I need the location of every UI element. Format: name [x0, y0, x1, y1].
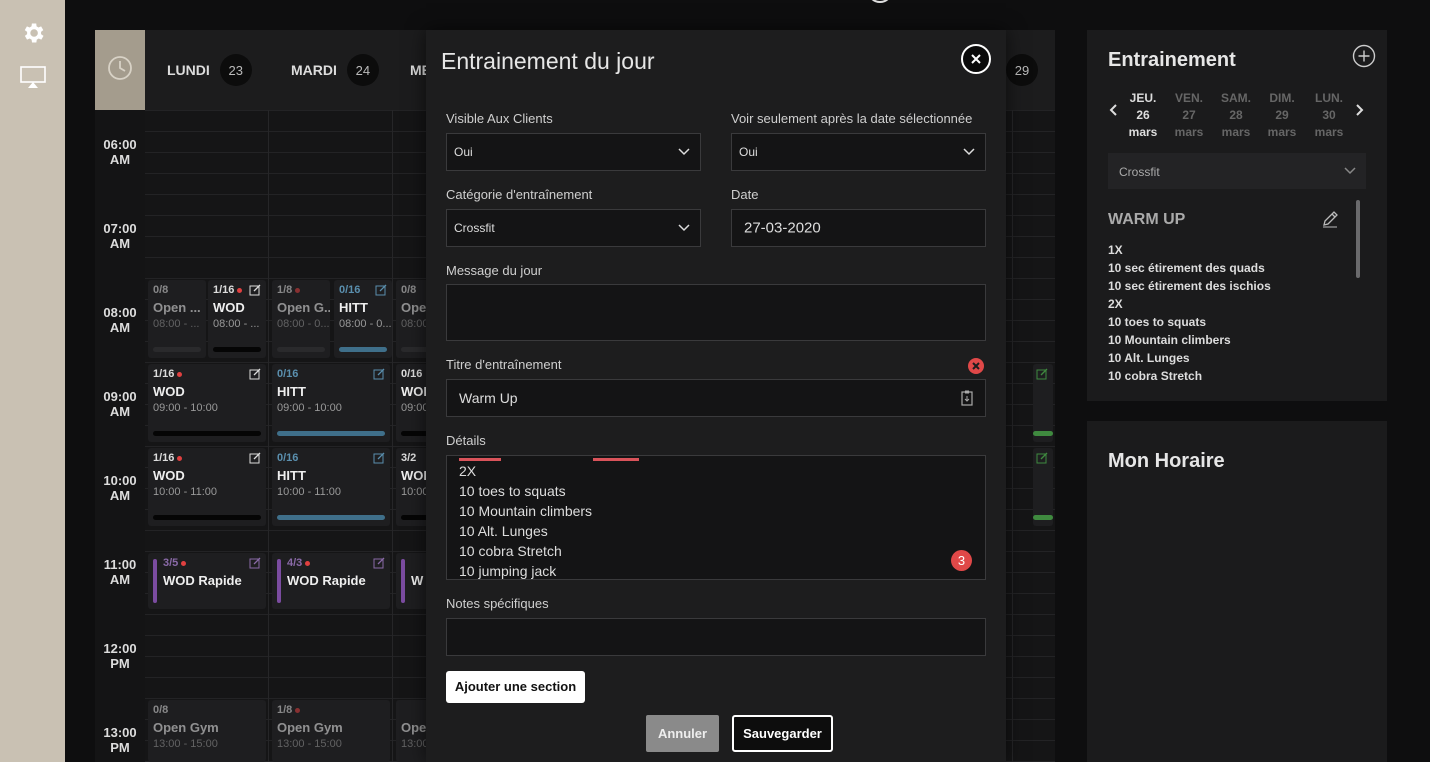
edit-icon[interactable]	[375, 284, 387, 296]
day-selector-lun[interactable]: LUN. 30 mars	[1304, 90, 1354, 141]
edit-icon[interactable]	[373, 452, 385, 464]
chevron-right-icon[interactable]	[1353, 102, 1365, 118]
day-header-monday[interactable]: LUNDI 23	[167, 30, 252, 110]
cancel-button[interactable]: Annuler	[646, 715, 719, 752]
category-select[interactable]: Crossfit	[446, 209, 701, 247]
panel-title: Mon Horaire	[1108, 450, 1225, 472]
date-input[interactable]: 27-03-2020	[731, 209, 986, 247]
event-wod-rapide[interactable]: 4/3 WOD Rapide	[272, 553, 390, 609]
gear-icon[interactable]	[20, 20, 46, 46]
edit-icon[interactable]	[249, 284, 261, 296]
chevron-down-icon	[678, 148, 690, 156]
hour-label: 12:00 PM	[103, 641, 137, 671]
add-section-button[interactable]: Ajouter une section	[446, 671, 585, 703]
clipboard-icon[interactable]	[961, 390, 973, 406]
day-header-tuesday[interactable]: MARDI 24	[291, 30, 379, 110]
hour-label: 13:00 PM	[103, 725, 137, 755]
visible-label: Visible Aux Clients	[446, 111, 553, 126]
event-open-gym[interactable]: 0/8 Open ... 08:00 - ...	[148, 280, 206, 358]
edit-icon[interactable]	[1036, 452, 1048, 464]
panel-title: Entrainement	[1108, 49, 1236, 71]
cast-screen-icon[interactable]	[20, 64, 46, 90]
workout-title-input[interactable]: Warm Up	[446, 379, 986, 417]
edit-icon[interactable]	[249, 452, 261, 464]
event-wod[interactable]: 1/16 WOD 09:00 - 10:00	[148, 364, 266, 442]
day-selector-sam[interactable]: SAM. 28 mars	[1211, 90, 1261, 141]
error-count-badge: 3	[951, 550, 972, 571]
day-number: 24	[346, 54, 379, 86]
details-label: Détails	[446, 433, 486, 448]
pencil-edit-icon[interactable]	[1321, 210, 1339, 228]
close-icon	[971, 54, 981, 64]
schedule-panel: Mon Horaire	[1087, 421, 1387, 762]
chevron-down-icon	[963, 148, 975, 156]
edit-icon[interactable]	[249, 368, 261, 380]
clock-icon	[95, 30, 145, 110]
workout-title-label: Titre d'entraînement	[446, 357, 562, 372]
edit-icon[interactable]	[373, 557, 385, 569]
chevron-down-icon	[1344, 167, 1356, 175]
edit-icon[interactable]	[1036, 368, 1048, 380]
after-date-label: Voir seulement après la date sélectionné…	[731, 111, 973, 126]
spellcheck-mark	[593, 458, 639, 461]
category-label: Catégorie d'entraînement	[446, 187, 593, 202]
chevron-down-icon	[678, 224, 690, 232]
message-label: Message du jour	[446, 263, 543, 278]
event-hitt[interactable]: 0/16 HITT 09:00 - 10:00	[272, 364, 390, 442]
day-number: 23	[219, 54, 252, 86]
event-wod[interactable]: 1/16 WOD 10:00 - 11:00	[148, 448, 266, 526]
hour-label: 11:00 AM	[103, 557, 137, 587]
day-selector-dim[interactable]: DIM. 29 mars	[1257, 90, 1307, 141]
category-select[interactable]: Crossfit	[1108, 153, 1366, 189]
day-selector-ven[interactable]: VEN. 27 mars	[1164, 90, 1214, 141]
after-date-select[interactable]: Oui	[731, 133, 986, 171]
event-open-gym[interactable]: 1/8 Open Gym 13:00 - 15:00	[272, 700, 390, 762]
day-header-sunday[interactable]: 29	[1006, 30, 1038, 110]
event-hitt[interactable]: 0/16 HITT 10:00 - 11:00	[272, 448, 390, 526]
date-label: Date	[731, 187, 759, 202]
top-indicator-icon	[866, 0, 894, 4]
event-wod[interactable]: 1/16 WOD 08:00 - ...	[208, 280, 266, 358]
hour-label: 06:00 AM	[103, 137, 137, 167]
event-open-gym[interactable]: 0/8 Open Gym 13:00 - 15:00	[148, 700, 266, 762]
message-textarea[interactable]	[446, 284, 986, 341]
hour-label: 09:00 AM	[103, 389, 137, 419]
modal-title: Entrainement du jour	[441, 48, 655, 74]
day-selector-jeu[interactable]: JEU. 26 mars	[1118, 90, 1168, 141]
notes-input[interactable]	[446, 618, 986, 656]
event-open-gym[interactable]: 1/8 Open G... 08:00 - 0...	[272, 280, 330, 358]
save-button[interactable]: Sauvegarder	[732, 715, 833, 752]
section-content: 1X 10 sec étirement des quads 10 sec éti…	[1108, 243, 1271, 383]
scrollbar-thumb[interactable]	[1356, 200, 1360, 278]
hour-label: 10:00 AM	[103, 473, 137, 503]
left-rail	[0, 0, 65, 762]
edit-icon[interactable]	[373, 368, 385, 380]
event-hitt[interactable]: 0/16 HITT 08:00 - 0...	[334, 280, 392, 358]
close-button[interactable]	[961, 44, 991, 74]
visible-select[interactable]: Oui	[446, 133, 701, 171]
hour-label: 08:00 AM	[103, 305, 137, 335]
day-number: 29	[1006, 54, 1038, 86]
event-partial[interactable]	[1033, 364, 1053, 442]
notes-label: Notes spécifiques	[446, 596, 549, 611]
daily-training-modal: Entrainement du jour Visible Aux Clients…	[426, 30, 1006, 762]
remove-section-icon[interactable]	[968, 358, 984, 374]
event-wod-rapide[interactable]: 3/5 WOD Rapide	[148, 553, 266, 609]
add-circle-icon[interactable]	[1352, 44, 1376, 68]
event-partial[interactable]	[1033, 448, 1053, 526]
edit-icon[interactable]	[249, 557, 261, 569]
hour-label: 07:00 AM	[103, 221, 137, 251]
section-title: WARM UP	[1108, 211, 1186, 228]
details-textarea[interactable]: 2X 10 toes to squats 10 Mountain climber…	[446, 455, 986, 580]
training-panel: Entrainement JEU. 26 mars VEN. 27 mars SAM. 2…	[1087, 30, 1387, 401]
